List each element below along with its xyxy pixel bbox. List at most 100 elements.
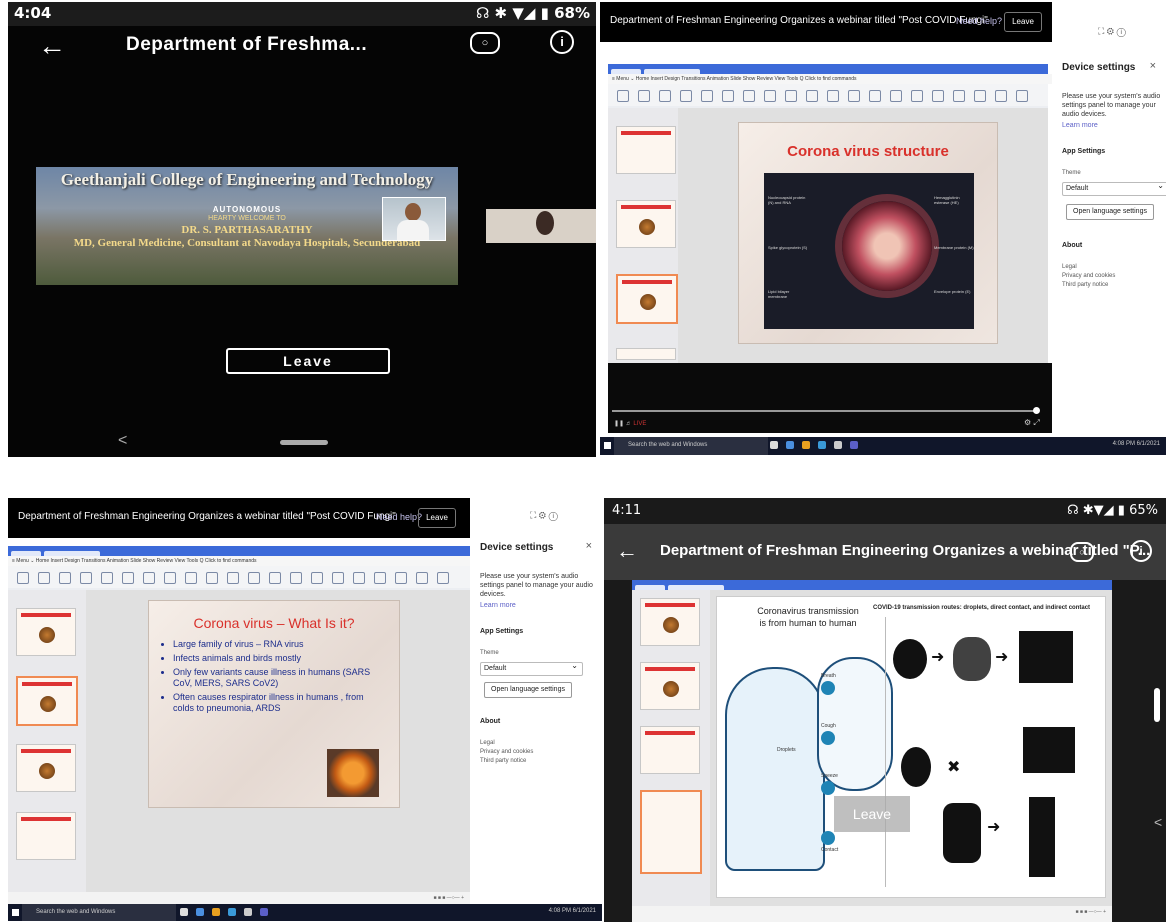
settings-description: Please use your system's audio settings … <box>480 573 593 598</box>
label-envelope: Envelope protein (E) <box>934 289 971 294</box>
virus-image <box>327 749 379 797</box>
taskbar-apps[interactable] <box>180 908 276 918</box>
slide-thumbnail[interactable] <box>640 790 702 874</box>
close-icon[interactable]: × <box>1150 60 1156 72</box>
theme-label: Theme <box>480 650 499 656</box>
windows-start-icon[interactable] <box>604 442 611 449</box>
theme-dropdown[interactable]: Default <box>1062 180 1166 196</box>
open-language-settings-button[interactable]: Open language settings <box>484 682 572 698</box>
slide-thumbnail[interactable] <box>616 348 676 360</box>
device-settings-panel: Device settings × Please use your system… <box>470 528 602 893</box>
bullet-item: Only few variants cause illness in human… <box>173 667 383 689</box>
taskbar-search[interactable]: Search the web and Windows <box>614 437 768 455</box>
label-breath: Breath <box>821 673 836 679</box>
status-time: 4:04 <box>14 4 52 22</box>
label-contact: Contact <box>821 847 839 853</box>
door-icon <box>1029 797 1055 877</box>
windows-taskbar: Search the web and Windows 4:08 PM 6/1/2… <box>600 437 1166 455</box>
zoom-control[interactable]: ■ ■ ■ —○— + <box>433 895 464 901</box>
info-icon[interactable]: i <box>1130 540 1152 562</box>
learn-more-link[interactable]: Learn more <box>480 602 516 609</box>
live-indicator: ❚❚ ♬ LIVE <box>614 421 647 427</box>
infected-head-icon <box>893 639 927 679</box>
third-party-link[interactable]: Third party notice <box>1062 282 1108 288</box>
virus-diagram: Nucleocapsid protein (N) and RNA Spike g… <box>764 173 974 329</box>
nav-home-pill[interactable] <box>280 440 328 445</box>
presentation-ribbon: ≡ Menu ⌄ Home Insert Design Transitions … <box>8 546 474 590</box>
shared-slide-welcome: Geethanjali College of Engineering and T… <box>36 167 458 285</box>
slide-thumbnail[interactable] <box>640 726 700 774</box>
back-arrow-icon[interactable]: ← <box>616 538 638 564</box>
learn-more-link[interactable]: Learn more <box>1062 122 1098 129</box>
slide-right-title: COVID-19 transmission routes: droplets, … <box>873 605 1091 611</box>
nav-back-icon[interactable]: < <box>118 432 127 450</box>
windows-taskbar: Search the web and Windows 4:08 PM 6/1/2… <box>8 904 602 921</box>
theme-dropdown[interactable]: Default <box>480 660 583 676</box>
slide-thumbnail[interactable] <box>616 126 676 174</box>
privacy-link[interactable]: Privacy and cookies <box>480 749 533 755</box>
app-tabs <box>8 546 470 559</box>
droplets-icon <box>953 637 991 681</box>
slide-thumbnail[interactable] <box>616 200 676 248</box>
settings-heading: Device settings <box>480 542 554 553</box>
contact-bubble <box>821 831 835 845</box>
leave-button[interactable]: Leave <box>418 508 456 528</box>
slide-thumbnail[interactable] <box>640 598 700 646</box>
close-icon[interactable]: × <box>586 540 592 552</box>
slide-thumbnail[interactable] <box>16 608 76 656</box>
app-settings-heading: App Settings <box>1062 148 1106 155</box>
leave-button[interactable]: Leave <box>1004 12 1042 32</box>
leave-button-overlay[interactable]: Leave <box>834 796 910 832</box>
slide-thumbnail[interactable] <box>640 662 700 710</box>
people-icon <box>1019 631 1073 683</box>
slide-thumbnail[interactable] <box>616 274 678 324</box>
settings-description: Please use your system's audio settings … <box>1062 93 1161 118</box>
window-icons[interactable]: ⛶ ⚙ ⓘ <box>1098 26 1126 37</box>
label-membrane: Membrane protein (M) <box>934 245 974 250</box>
meeting-title-bar: Department of Freshman Engineering Organ… <box>600 2 1052 42</box>
presentation-status-bar: ■ ■ ■ —○— + <box>8 892 470 904</box>
open-language-settings-button[interactable]: Open language settings <box>1066 204 1154 220</box>
seek-bar[interactable] <box>612 410 1038 412</box>
chat-icon[interactable]: ○ <box>1070 542 1094 562</box>
third-party-link[interactable]: Third party notice <box>480 758 526 764</box>
need-help-link[interactable]: Need help? <box>956 16 1002 26</box>
info-icon[interactable]: i <box>550 30 574 54</box>
device-settings-panel: Device settings × Please use your system… <box>1052 48 1166 438</box>
live-label: LIVE <box>633 421 647 427</box>
window-icons[interactable]: ⛶ ⚙ ⓘ <box>530 510 558 521</box>
breath-bubble <box>821 681 835 695</box>
participant-video <box>486 209 596 243</box>
slide-canvas: Corona virus – What Is it? Large family … <box>86 590 470 892</box>
taskbar-apps[interactable] <box>770 441 866 451</box>
label-droplets: Droplets <box>777 747 796 753</box>
label-cough: Cough <box>821 723 836 729</box>
seek-handle[interactable] <box>1033 407 1040 414</box>
legal-link[interactable]: Legal <box>1062 264 1077 270</box>
desktop-meeting-screen-1: Department of Freshman Engineering Organ… <box>600 2 1166 457</box>
hand-icon <box>943 803 981 863</box>
slide-thumbnail[interactable] <box>16 744 76 792</box>
sneeze-bubble <box>821 781 835 795</box>
legal-link[interactable]: Legal <box>480 740 495 746</box>
chevron-left-icon[interactable]: < <box>1154 814 1162 830</box>
chat-icon[interactable]: ○ <box>470 32 500 54</box>
gear-icon[interactable]: ⚙ ⤢ <box>1024 418 1040 428</box>
label-sneeze: Sneeze <box>821 773 838 779</box>
ribbon-menu: ≡ Menu ⌄ Home Insert Design Transitions … <box>8 556 474 566</box>
back-arrow-icon[interactable]: ← <box>38 30 66 62</box>
slide-left-title: Coronavirus transmission is from human t… <box>757 606 859 628</box>
slide-thumbnail[interactable] <box>16 676 78 726</box>
privacy-link[interactable]: Privacy and cookies <box>1062 273 1115 279</box>
slide-canvas: Coronavirus transmission is from human t… <box>710 590 1112 906</box>
need-help-link[interactable]: Need help? <box>376 512 422 522</box>
slide-thumbnail[interactable] <box>16 812 76 860</box>
windows-start-icon[interactable] <box>12 909 19 916</box>
scroll-handle[interactable] <box>1154 688 1160 722</box>
label-nucleocapsid: Nucleocapsid protein (N) and RNA <box>768 195 806 205</box>
zoom-control[interactable]: ■ ■ ■ —○— + <box>1075 909 1106 915</box>
theme-label: Theme <box>1062 170 1081 176</box>
leave-button[interactable]: Leave <box>226 348 390 374</box>
presentation-status-bar: ■ ■ ■ —○— + <box>632 906 1112 922</box>
taskbar-search[interactable]: Search the web and Windows <box>22 904 176 921</box>
